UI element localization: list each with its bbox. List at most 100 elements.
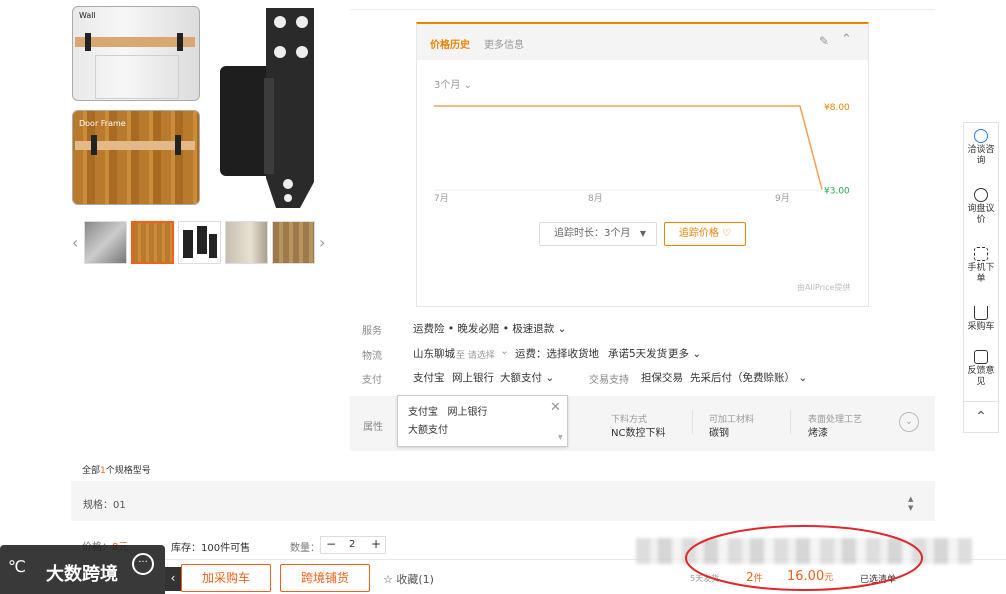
- trade-pay-later-label: 先采后付（免费赊账）: [690, 372, 795, 384]
- trade-pay-later[interactable]: 先采后付（免费赊账） ⌄: [690, 370, 807, 385]
- chevron-down-icon: ⌄: [798, 372, 808, 384]
- logistics-label: 物流: [362, 351, 382, 362]
- cart-icon: [974, 306, 988, 320]
- more-label: 更多: [668, 348, 689, 360]
- pay-online-bank: 网上银行: [452, 372, 494, 384]
- price-line: [434, 105, 823, 190]
- thumbnail-4[interactable]: [225, 221, 268, 264]
- service-value[interactable]: 运费险 • 晚发必赔 • 极速退款 ⌄: [413, 321, 566, 336]
- low-price-label: ¥3.00: [824, 186, 850, 196]
- sidebar-label-feedback: 反馈意见: [967, 366, 995, 387]
- high-price-label: ¥8.00: [824, 103, 850, 113]
- heart-icon: ♡: [722, 228, 732, 239]
- spec-count: 全部1个规格型号: [82, 463, 151, 476]
- chat-icon: [974, 129, 988, 143]
- sidebar-label-mobile-order: 手机下单: [967, 263, 995, 284]
- popup-line-2: 大额支付: [408, 425, 448, 436]
- pay-large-amount-label: 大额支付: [500, 372, 542, 384]
- logistics-destination-select[interactable]: 至 请选择: [456, 348, 495, 361]
- spec-scroll-arrows[interactable]: ▲ ▼: [908, 495, 913, 513]
- spec-count-suffix: 个规格型号: [105, 466, 151, 476]
- panel-header: 价格历史 更多信息 ✎ ⌃: [417, 24, 868, 60]
- sidebar-label-cart: 采购车: [967, 322, 995, 332]
- back-to-top-button[interactable]: ⌃: [963, 401, 999, 433]
- close-icon[interactable]: ✕: [550, 400, 561, 415]
- edit-feedback-icon: [974, 350, 988, 364]
- add-to-cart-button[interactable]: 加采购车: [181, 564, 271, 592]
- caret-down-icon: ▼: [639, 229, 646, 238]
- x-tick-label: 8月: [588, 193, 603, 204]
- cross-border-distribute-button[interactable]: 跨境铺货: [280, 564, 370, 592]
- thumbnail-5[interactable]: [272, 221, 315, 264]
- more-link[interactable]: 更多 ⌄: [668, 346, 701, 361]
- price-history-panel: 价格历史 更多信息 ✎ ⌃ 3个月 ⌄ ¥8.00 ¥3.00 7月 8月 9月 追踪时…: [416, 22, 869, 307]
- brand-logo-icon: ℃: [8, 557, 26, 576]
- payment-label: 支付: [362, 375, 382, 386]
- quantity-value[interactable]: 2: [349, 539, 355, 550]
- scroll-down-icon[interactable]: ▼: [558, 434, 563, 441]
- track-price-label: 追踪价格: [678, 228, 719, 239]
- right-sidebar: 洽谈咨询 询盘议价 手机下单 采购车 反馈意见: [963, 122, 999, 404]
- chevron-left-icon[interactable]: ‹: [72, 233, 78, 252]
- sidebar-item-inquiry[interactable]: 询盘议价: [964, 182, 998, 241]
- spec-count-prefix: 全部: [82, 466, 101, 476]
- decrement-button[interactable]: −: [326, 537, 336, 551]
- chevron-down-icon: ⌄: [557, 323, 567, 335]
- trade-guarantee: 担保交易: [641, 372, 683, 384]
- chevron-down-icon[interactable]: ⌄: [500, 345, 509, 357]
- collect-label: 收藏(1): [396, 573, 434, 586]
- expand-attributes-icon[interactable]: ⌄: [899, 412, 919, 432]
- annotation-ellipse: [685, 525, 923, 591]
- chevron-down-icon: ⌄: [692, 348, 702, 360]
- product-image-door-frame[interactable]: Door Frame: [72, 110, 200, 205]
- collapse-icon[interactable]: ⌃: [841, 32, 852, 47]
- x-tick-label: 9月: [775, 193, 790, 204]
- collect-link[interactable]: ☆ 收藏(1): [383, 571, 434, 587]
- qr-code-icon: [974, 247, 988, 261]
- watermark-text: 大数跨境: [46, 564, 118, 585]
- pay-alipay: 支付宝: [413, 372, 445, 384]
- wall-image-label: Wall: [79, 11, 96, 20]
- collapse-arrow-icon[interactable]: ‹: [165, 567, 181, 591]
- price-chart: ¥8.00 ¥3.00 7月 8月 9月: [434, 103, 850, 204]
- attr-value-3: 烤漆: [808, 428, 828, 439]
- thumbnail-1[interactable]: [84, 221, 127, 264]
- chevron-down-icon: ⌄: [545, 372, 555, 384]
- star-icon: ☆: [383, 573, 393, 586]
- payment-popup: 支付宝 网上银行 大额支付 ✕ ▼: [397, 395, 568, 447]
- sidebar-item-cart[interactable]: 采购车: [964, 300, 998, 344]
- logistics-from: 山东聊城: [413, 348, 455, 360]
- thumbnail-3[interactable]: [178, 221, 221, 264]
- bracket-product-image[interactable]: [214, 2, 320, 210]
- door-frame-image-label: Door Frame: [79, 119, 126, 128]
- sidebar-item-mobile-order[interactable]: 手机下单: [964, 241, 998, 300]
- pay-large-amount[interactable]: 大额支付 ⌄: [500, 370, 554, 385]
- track-duration-select[interactable]: 追踪时长：3个月 ▼: [539, 222, 657, 246]
- product-image-wall[interactable]: Wall: [72, 6, 200, 101]
- tab-price-history[interactable]: 价格历史: [430, 36, 470, 51]
- increment-button[interactable]: +: [371, 537, 381, 551]
- attribute-label: 属性: [363, 422, 383, 433]
- chevron-right-icon[interactable]: ›: [319, 233, 325, 252]
- watermark-overlay: ℃ 大数跨境 ···: [0, 545, 165, 594]
- stock-text: 库存：100件可售: [171, 543, 251, 554]
- service-label: 服务: [362, 326, 382, 337]
- track-price-button[interactable]: 追踪价格 ♡: [664, 222, 746, 246]
- popup-line-1: 支付宝 网上银行: [408, 407, 488, 418]
- sidebar-label-inquiry: 询盘议价: [967, 204, 995, 225]
- trade-support-label: 交易支持: [589, 375, 629, 386]
- quantity-stepper[interactable]: − 2 +: [320, 536, 386, 554]
- allprice-credit: 由AllPrice提供: [797, 283, 851, 292]
- x-tick-label: 7月: [434, 193, 449, 204]
- chat-bubble-icon[interactable]: ···: [132, 553, 154, 575]
- spec-row[interactable]: 规格：01 ▲ ▼: [71, 481, 935, 521]
- sidebar-item-feedback[interactable]: 反馈意见: [964, 344, 998, 403]
- thumbnail-2-selected[interactable]: [131, 221, 174, 264]
- edit-icon[interactable]: ✎: [819, 34, 829, 48]
- sidebar-item-consult[interactable]: 洽谈咨询: [964, 123, 998, 182]
- service-text: 运费险 • 晚发必赔 • 极速退款: [413, 323, 555, 335]
- track-duration-value: 追踪时长：3个月: [554, 228, 631, 239]
- sidebar-label-consult: 洽谈咨询: [967, 145, 995, 166]
- attr-value-2: 碳钢: [709, 428, 729, 439]
- tab-more-info[interactable]: 更多信息: [484, 36, 524, 51]
